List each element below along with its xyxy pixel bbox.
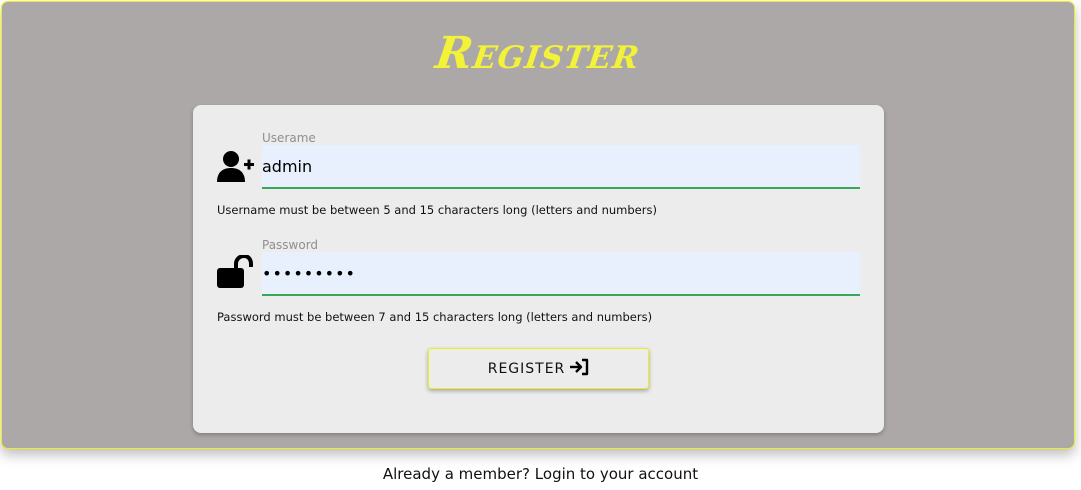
footer: Already a member? Login to your account <box>0 465 1081 483</box>
username-help-text: Username must be between 5 and 15 charac… <box>217 203 657 217</box>
login-link[interactable]: Login to your account <box>535 465 698 483</box>
register-button[interactable]: REGISTER <box>428 348 649 389</box>
register-button-label: REGISTER <box>487 360 566 377</box>
username-label: Userame <box>262 131 316 145</box>
unlock-icon <box>216 253 256 289</box>
password-input[interactable]: ••••••••• <box>262 252 860 296</box>
user-plus-icon <box>216 149 256 183</box>
register-form-card: Userame admin Username must be between 5… <box>193 105 884 433</box>
sign-in-icon <box>565 358 589 380</box>
password-help-text: Password must be between 7 and 15 charac… <box>217 310 653 324</box>
page-title: Register <box>432 28 644 79</box>
username-input[interactable]: admin <box>262 145 860 189</box>
register-panel: Register Userame admin Username must be … <box>1 1 1075 449</box>
password-label: Password <box>262 238 319 252</box>
footer-prompt: Already a member? <box>382 465 531 483</box>
